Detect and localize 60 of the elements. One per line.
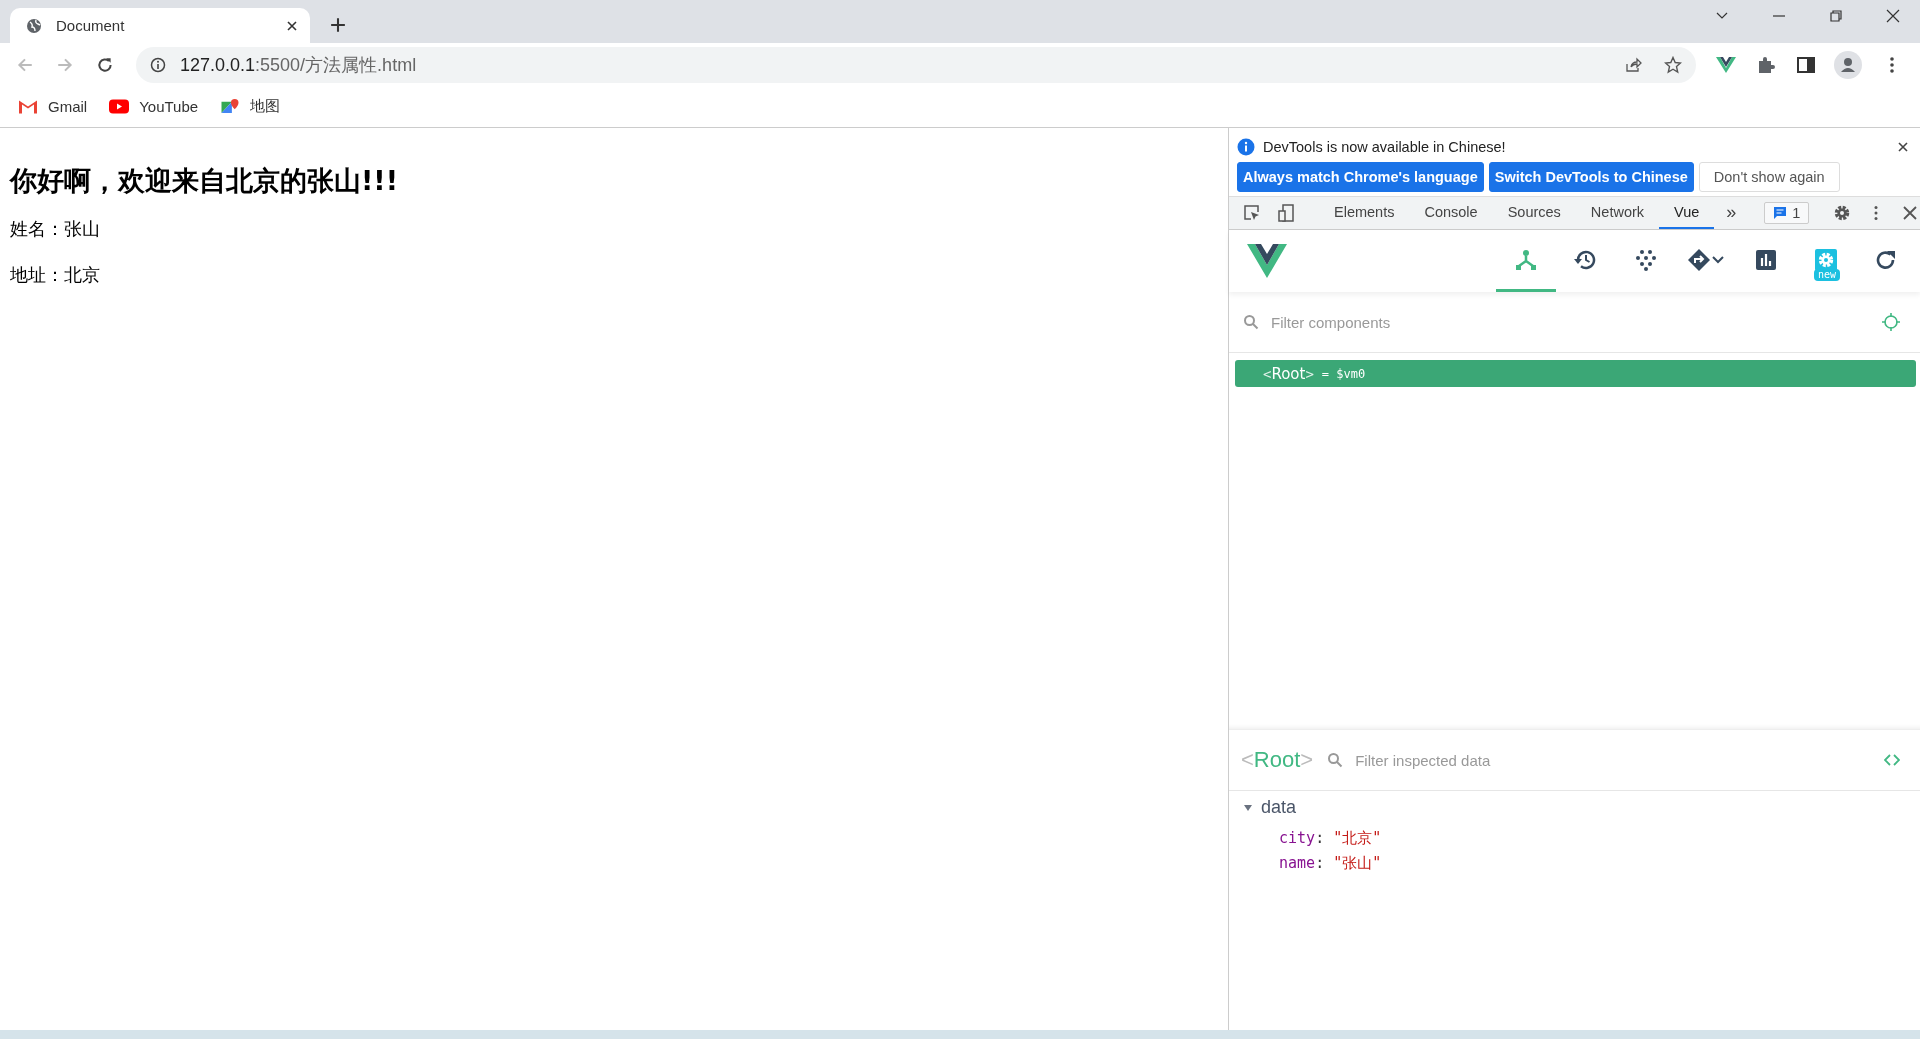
tree-icon	[1514, 247, 1538, 272]
vue-logo-icon	[1247, 244, 1287, 278]
filter-inspected-data-field[interactable]: Filter inspected data	[1353, 750, 1870, 770]
address-bar[interactable]: 127.0.0.1:5500/方法属性.html	[136, 46, 1696, 83]
issues-button[interactable]: 1	[1764, 202, 1810, 224]
browser-tab[interactable]: Document	[10, 8, 310, 43]
page-text: 地址：北京	[10, 263, 101, 287]
reload-icon[interactable]	[96, 55, 114, 74]
search-icon	[1243, 314, 1259, 330]
triangle-icon	[1243, 802, 1253, 813]
device-toolbar-icon[interactable]	[1277, 204, 1295, 222]
restore-icon[interactable]	[1829, 9, 1843, 23]
envelope-icon	[18, 98, 38, 115]
url-text: 127.0.0.1:5500/方法属性.html	[180, 53, 417, 77]
page-text: 姓名：张山	[10, 217, 101, 241]
data-field: city: "北京"	[1243, 826, 1906, 851]
devtools-tab[interactable]: Console	[1409, 197, 1493, 229]
devtools-tab[interactable]: Elements	[1319, 197, 1410, 229]
devtools-tab[interactable]: Vue	[1659, 197, 1715, 229]
search-icon	[1327, 752, 1344, 768]
share-icon[interactable]	[1624, 55, 1642, 74]
data-section-toggle[interactable]: data	[1243, 797, 1906, 818]
info-icon	[150, 56, 166, 73]
profile-avatar-icon[interactable]	[1834, 50, 1862, 79]
notice-button[interactable]: Always match Chrome's language	[1237, 162, 1484, 192]
bar-chart-icon	[1754, 247, 1778, 272]
tab-title: Document	[56, 17, 126, 34]
notice-message: DevTools is now available in Chinese!	[1263, 139, 1506, 155]
close-icon[interactable]	[286, 19, 298, 32]
bookmark-link[interactable]: 地图	[220, 97, 281, 116]
map-pin-icon	[220, 98, 241, 115]
notice-button[interactable]: Don't show again	[1698, 162, 1840, 192]
puzzle-icon[interactable]	[1756, 54, 1776, 75]
globe-icon	[26, 17, 42, 34]
devtools-tab[interactable]: Sources	[1492, 197, 1576, 229]
notice-button[interactable]: Switch DevTools to Chinese	[1488, 162, 1694, 192]
close-icon[interactable]	[1898, 142, 1908, 152]
message-icon	[1773, 206, 1788, 220]
vue-logo-icon[interactable]	[1716, 54, 1736, 75]
filter-components-field[interactable]: Filter components	[1269, 312, 1872, 332]
data-field: name: "张山"	[1243, 851, 1906, 876]
plus-icon[interactable]	[330, 17, 346, 33]
info-icon	[1237, 138, 1255, 156]
star-icon[interactable]	[1664, 55, 1682, 74]
side-panel-icon[interactable]	[1796, 54, 1816, 75]
settings-icon	[1814, 247, 1838, 272]
page-heading: 你好啊，欢迎来自北京的张山!!!	[10, 164, 399, 198]
play-icon	[109, 98, 130, 115]
devtools-tab[interactable]: Network	[1575, 197, 1660, 229]
more-tabs-button[interactable]: »	[1726, 201, 1737, 223]
settings-icon[interactable]	[1833, 204, 1852, 222]
inspect-element-icon[interactable]	[1243, 204, 1261, 222]
close-icon[interactable]	[1886, 9, 1900, 23]
dots-icon	[1634, 247, 1658, 272]
bookmark-link[interactable]: YouTube	[109, 98, 199, 115]
bookmark-link[interactable]: Gmail	[18, 98, 88, 115]
direction-sign-icon	[1687, 247, 1711, 272]
inspected-component-name: <Root>	[1241, 747, 1314, 773]
new-badge: new	[1814, 269, 1841, 281]
close-icon[interactable]	[1901, 204, 1920, 222]
